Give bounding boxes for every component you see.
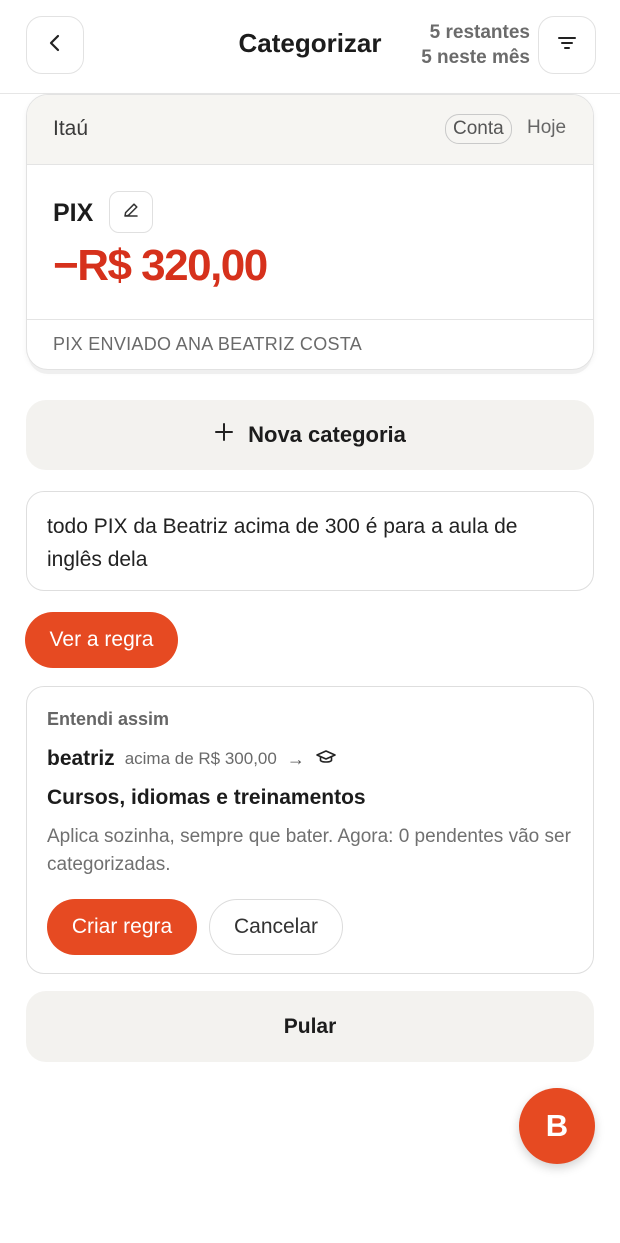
transaction-name: PIX xyxy=(53,199,94,227)
pending-counts: 5 restantes 5 neste mês xyxy=(421,20,530,70)
skip-button[interactable]: Pular xyxy=(26,991,594,1062)
create-rule-button[interactable]: Criar regra xyxy=(47,899,197,955)
pencil-icon xyxy=(121,200,141,225)
rule-category: Cursos, idiomas e treinamentos xyxy=(47,786,366,809)
top-bar: Categorizar 5 restantes 5 neste mês xyxy=(0,0,620,94)
new-category-label: Nova categoria xyxy=(248,422,406,447)
edit-name-button[interactable] xyxy=(109,191,153,233)
assistant-fab[interactable]: B xyxy=(519,1088,595,1164)
rule-preview-card: Entendi assim beatriz acima de R$ 300,00… xyxy=(26,686,594,974)
month-count: 5 neste mês xyxy=(421,47,530,68)
rule-condition: acima de R$ 300,00 xyxy=(124,749,277,768)
transaction-card: Itaú Conta Hoje PIX −R$ 320,00 PIX ENVIA… xyxy=(26,94,594,370)
rule-text-input[interactable]: todo PIX da Beatriz acima de 300 é para … xyxy=(26,491,594,591)
bank-name: Itaú xyxy=(53,117,89,140)
transaction-header: Itaú Conta Hoje xyxy=(27,95,593,165)
transaction-footer: PIX ENVIADO ANA BEATRIZ COSTA xyxy=(27,319,593,369)
rule-note: Aplica sozinha, sempre que bater. Agora:… xyxy=(47,826,571,875)
cancel-button[interactable]: Cancelar xyxy=(209,899,343,955)
filter-lines-icon xyxy=(556,32,578,59)
rule-condition-row: beatriz acima de R$ 300,00 → xyxy=(47,747,337,771)
transaction-date: Hoje xyxy=(527,117,567,138)
arrow-right-icon: → xyxy=(286,748,305,769)
graduation-cap-icon xyxy=(315,748,337,771)
plus-icon xyxy=(214,422,234,448)
remaining-count: 5 restantes xyxy=(429,22,530,43)
new-category-button[interactable]: Nova categoria xyxy=(26,400,594,470)
rule-counterparty: beatriz xyxy=(47,747,115,770)
see-rule-button[interactable]: Ver a regra xyxy=(25,612,178,668)
rule-preview-heading: Entendi assim xyxy=(47,709,170,729)
account-type-chip: Conta xyxy=(445,114,512,144)
filter-button[interactable] xyxy=(538,16,596,74)
transaction-amount: −R$ 320,00 xyxy=(53,241,268,290)
transaction-description: PIX ENVIADO ANA BEATRIZ COSTA xyxy=(53,334,363,354)
